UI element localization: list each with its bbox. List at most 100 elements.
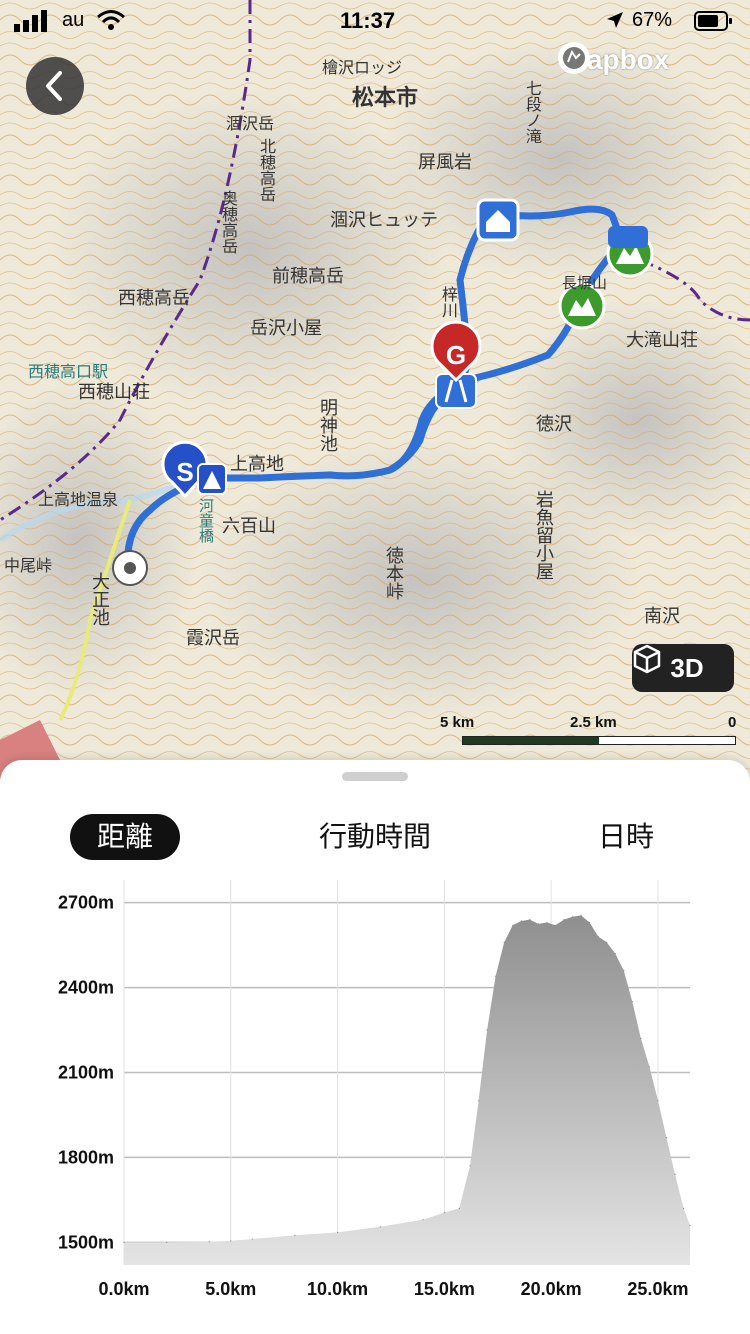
elevation-point	[623, 970, 625, 972]
y-tick-label: 1800m	[58, 1147, 114, 1167]
elevation-point	[251, 1238, 253, 1240]
place-label: 前穂高岳	[272, 266, 344, 287]
place-label: 涸沢ヒュッテ	[330, 210, 438, 231]
scale-label: 5 km	[440, 714, 475, 731]
location-arrow-icon	[607, 12, 623, 28]
y-tick-label: 2700m	[58, 893, 114, 913]
elevation-point	[640, 1037, 642, 1040]
y-tick-label: 2400m	[58, 978, 114, 998]
elevation-point	[458, 1207, 460, 1209]
elevation-chart: 2700m 2400m 2100m 1800m 1500m 0.0km 5.0km 10.0k…	[58, 880, 691, 1299]
elevation-area	[124, 915, 690, 1265]
tent-icon	[197, 463, 227, 495]
scale-label: 0	[728, 714, 737, 731]
elevation-point	[571, 916, 574, 918]
bottom-sheet[interactable]: 距離 行動時間 日時 2700m 2400m 2100m 1800m 1500m 0.0k…	[0, 760, 750, 1334]
place-label: 梓川	[439, 286, 458, 318]
place-label: 六百山	[222, 516, 276, 537]
elevation-point	[580, 914, 582, 916]
elevation-point	[674, 1173, 676, 1175]
place-label: 河童橋	[197, 498, 215, 543]
elevation-point	[614, 953, 616, 955]
map-view[interactable]: S G 松本市 檜沢ロッジ 屏風岩 涸沢ヒュッテ 前穂高岳 西穂高岳 岳沢小屋 …	[0, 0, 750, 780]
place-label: 七段ノ滝	[523, 80, 542, 144]
elevation-point	[520, 920, 522, 922]
elevation-point	[208, 1241, 210, 1243]
elevation-point	[631, 1001, 633, 1003]
place-label: 松本市	[352, 86, 419, 111]
place-label: 霞沢岳	[186, 628, 240, 649]
battery-percent: 67%	[632, 9, 673, 31]
elevation-point	[230, 1240, 232, 1242]
x-tick-label: 20.0km	[521, 1279, 582, 1299]
back-button[interactable]	[26, 57, 84, 115]
y-tick-label: 2100m	[58, 1063, 114, 1083]
elevation-point	[554, 924, 557, 926]
place-label: 大正池	[89, 572, 110, 626]
elevation-point	[563, 919, 565, 921]
place-label: 長塀山	[562, 274, 608, 292]
place-label: 涸沢岳	[226, 114, 275, 133]
elevation-point	[123, 1241, 125, 1243]
place-label: 上高地温泉	[38, 490, 119, 509]
elevation-point	[657, 1100, 659, 1102]
elevation-point	[337, 1231, 339, 1233]
elevation-point	[294, 1234, 296, 1236]
place-label: 西穂高岳	[118, 288, 190, 309]
elevation-point	[546, 921, 548, 924]
clock: 11:37	[340, 8, 396, 33]
hut-icon	[476, 198, 520, 242]
elevation-point	[589, 921, 591, 924]
elevation-point	[486, 1029, 488, 1031]
elevation-point	[478, 1100, 480, 1102]
x-tick-label: 10.0km	[307, 1279, 368, 1299]
elevation-point	[443, 1212, 445, 1214]
elevation-point	[503, 941, 505, 943]
signal-icon	[14, 10, 47, 32]
sheet-grabber[interactable]	[342, 772, 408, 781]
elevation-point	[495, 975, 497, 977]
x-tick-label: 25.0km	[627, 1279, 688, 1299]
elevation-point	[665, 1137, 668, 1139]
3d-view-button[interactable]: 3D	[632, 644, 734, 692]
place-label: 大滝山荘	[626, 330, 698, 351]
place-label: 檜沢ロッジ	[322, 58, 403, 77]
x-tick-label: 15.0km	[414, 1279, 475, 1299]
tab-distance[interactable]: 距離	[70, 814, 180, 860]
elevation-point	[683, 1207, 685, 1209]
place-label: 南沢	[644, 606, 680, 627]
chevron-left-icon	[46, 71, 62, 101]
elevation-point	[597, 936, 599, 938]
elevation-point	[469, 1165, 471, 1167]
elevation-point	[648, 1066, 651, 1068]
place-label: 徳本峠	[383, 546, 404, 600]
3d-label: 3D	[670, 652, 704, 683]
elevation-point	[422, 1219, 424, 1221]
elevation-point	[606, 941, 608, 943]
elevation-point	[529, 919, 531, 921]
place-label: 上高地	[230, 454, 284, 475]
start-marker-label: S	[176, 457, 193, 487]
mapbox-logo: mapbox	[556, 40, 669, 80]
goal-marker-label: G	[446, 340, 466, 370]
place-label: 北穂高岳	[257, 138, 276, 202]
cube-icon	[633, 644, 661, 674]
elevation-point	[537, 923, 540, 925]
status-bar: au 11:37 67%	[0, 0, 750, 40]
x-tick-label: 5.0km	[205, 1279, 256, 1299]
origin-point-icon	[112, 550, 148, 586]
mapbox-icon	[558, 42, 590, 74]
x-tick-label: 0.0km	[98, 1279, 149, 1299]
place-label: 明神池	[317, 398, 338, 452]
battery-icon	[694, 11, 732, 31]
elevation-point	[166, 1241, 168, 1243]
map-scale-bar: 5 km 2.5 km 0	[440, 714, 740, 746]
place-label: 西穂山荘	[78, 382, 150, 403]
elevation-point	[512, 924, 514, 926]
tab-duration[interactable]: 行動時間	[300, 814, 450, 860]
place-label: 屏風岩	[418, 152, 472, 173]
scale-label: 2.5 km	[570, 714, 617, 731]
place-label: 徳沢	[536, 414, 572, 435]
carrier-label: au	[62, 9, 85, 31]
tab-datetime[interactable]: 日時	[580, 814, 672, 860]
